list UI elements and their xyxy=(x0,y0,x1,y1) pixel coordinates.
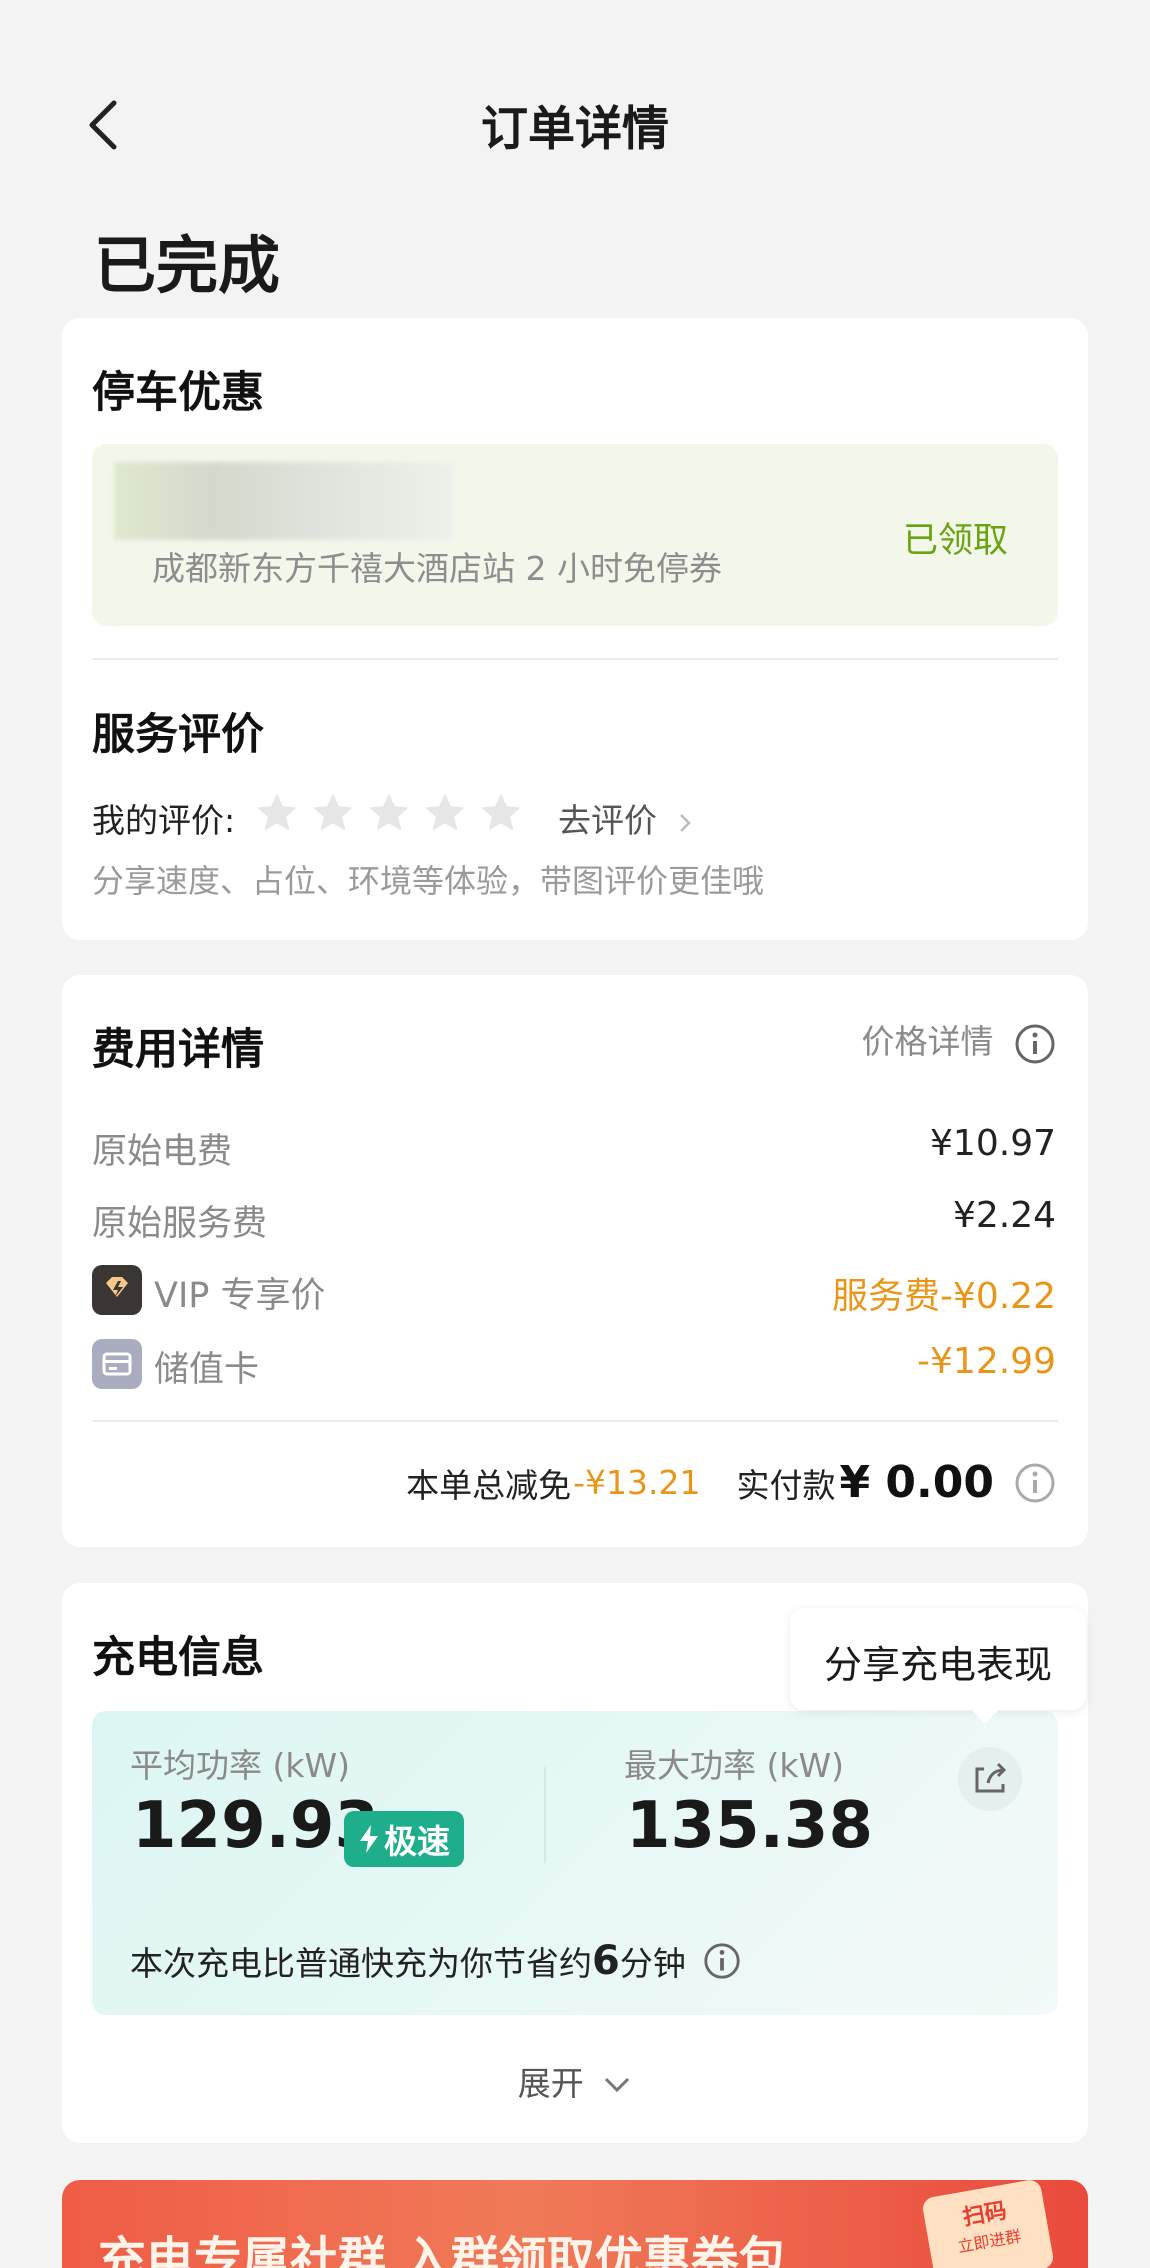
chevron-down-icon xyxy=(605,2077,630,2093)
max-power-label: 最大功率 (kW) xyxy=(624,1746,844,1785)
expand-button[interactable]: 展开 xyxy=(62,2057,1088,2105)
rating-stars[interactable] xyxy=(254,790,534,840)
divider xyxy=(92,1420,1058,1422)
parking-coupon[interactable]: 成都新东方千禧大酒店站 2 小时免停券 已领取 xyxy=(92,444,1058,626)
price-detail-label: 价格详情 xyxy=(861,1022,994,1061)
info-icon[interactable] xyxy=(1014,1462,1056,1504)
total-discount-value: -¥13.21 xyxy=(573,1463,701,1502)
order-status: 已完成 xyxy=(94,229,281,302)
saving-suffix: 分钟 xyxy=(619,1944,686,1983)
share-button[interactable] xyxy=(958,1747,1022,1811)
avg-power-value: 129.93 xyxy=(132,1789,379,1863)
charging-title: 充电信息 xyxy=(92,1633,264,1683)
fee-row-value: ¥2.24 xyxy=(952,1195,1056,1236)
lightning-icon xyxy=(360,1825,378,1853)
star-icon[interactable] xyxy=(478,790,524,836)
vip-icon xyxy=(92,1265,142,1315)
star-icon[interactable] xyxy=(422,790,468,836)
fast-badge-label: 极速 xyxy=(384,1822,450,1861)
review-title: 服务评价 xyxy=(92,710,264,760)
divider xyxy=(92,658,1058,660)
coupon-description: 成都新东方千禧大酒店站 2 小时免停券 xyxy=(152,549,722,588)
share-tooltip: 分享充电表现 xyxy=(790,1608,1086,1724)
page-title: 订单详情 xyxy=(481,102,669,157)
saving-number: 6 xyxy=(592,1938,620,1984)
expand-label: 展开 xyxy=(517,2064,584,2103)
fee-row-label: 原始电费 xyxy=(92,1132,233,1172)
fee-row-value: 服务费-¥0.22 xyxy=(831,1276,1056,1317)
fee-row-label: VIP 专享价 xyxy=(154,1276,326,1316)
saving-text: 本次充电比普通快充为你节省约 6 分钟 xyxy=(130,1937,742,1985)
fee-summary: 本单总减免 -¥13.21 实付款 ¥ 0.00 xyxy=(406,1457,1056,1508)
fee-row-value: -¥12.99 xyxy=(917,1341,1056,1382)
star-icon[interactable] xyxy=(310,790,356,836)
fast-badge: 极速 xyxy=(344,1811,464,1867)
fee-row-value: ¥10.97 xyxy=(930,1123,1056,1164)
max-power-value: 135.38 xyxy=(626,1789,873,1863)
saving-prefix: 本次充电比普通快充为你节省约 xyxy=(130,1944,592,1983)
price-detail-link[interactable]: 价格详情 xyxy=(862,1015,1057,1065)
blurred-coupon-title xyxy=(114,462,454,540)
fees-card: 费用详情 价格详情 原始电费 ¥10.97 原始服务费 ¥2.24 VIP 专享… xyxy=(62,975,1088,1547)
fees-title: 费用详情 xyxy=(92,1025,264,1075)
star-icon[interactable] xyxy=(254,790,300,836)
paid-value: ¥ 0.00 xyxy=(839,1457,995,1508)
charging-stats: 平均功率 (kW) 129.93 极速 最大功率 (kW) 135.38 本次充… xyxy=(92,1711,1058,2015)
stored-card-icon xyxy=(92,1339,142,1389)
review-hint: 分享速度、占位、环境等体验，带图评价更佳哦 xyxy=(92,862,765,900)
community-banner[interactable]: 充电专属社群 入群领取优惠券包 扫码 立即进群 xyxy=(62,2180,1088,2268)
info-icon xyxy=(1015,1024,1055,1063)
go-review-label: 去评价 xyxy=(558,801,657,840)
total-discount-label: 本单总减免 xyxy=(406,1465,572,1505)
share-tooltip-text: 分享充电表现 xyxy=(823,1643,1052,1687)
go-review-link[interactable]: 去评价 xyxy=(558,794,694,842)
parking-review-card: 停车优惠 成都新东方千禧大酒店站 2 小时免停券 已领取 服务评价 我的评价: … xyxy=(62,318,1088,940)
fee-row-label: 储值卡 xyxy=(154,1350,260,1390)
paid-label: 实付款 xyxy=(736,1465,836,1505)
share-icon xyxy=(975,1762,1007,1793)
star-icon[interactable] xyxy=(366,790,412,836)
banner-text: 充电专属社群 入群领取优惠券包 xyxy=(98,2232,787,2268)
chevron-right-icon xyxy=(679,813,691,832)
my-review-label: 我的评价: xyxy=(92,801,236,840)
stats-divider xyxy=(544,1767,546,1863)
avg-power-label: 平均功率 (kW) xyxy=(130,1746,350,1785)
coupon-status: 已领取 xyxy=(902,521,1008,561)
info-icon[interactable] xyxy=(702,1941,742,1981)
qr-badge: 扫码 立即进群 xyxy=(921,2180,1055,2268)
parking-title: 停车优惠 xyxy=(92,368,264,418)
fee-row-label: 原始服务费 xyxy=(92,1204,268,1244)
